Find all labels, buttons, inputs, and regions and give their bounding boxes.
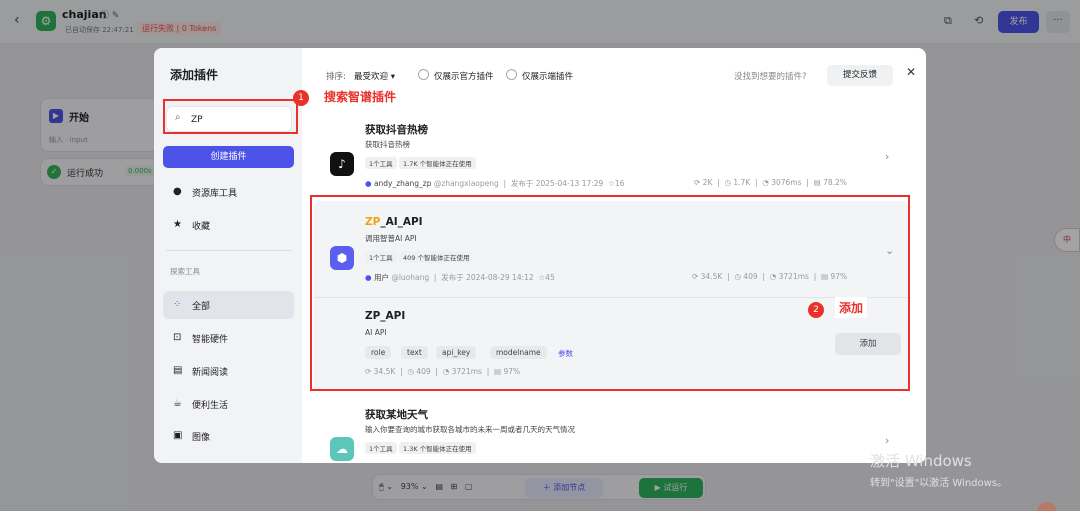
- plugin-tag: 1.7K 个智能体正在使用: [399, 157, 476, 169]
- endside-only-radio[interactable]: [506, 69, 517, 80]
- section-title: 探索工具: [170, 267, 200, 276]
- plugin-tag: 1个工具: [365, 157, 397, 169]
- annotation-label: 搜索智谱插件: [320, 86, 401, 107]
- sidebar-item-all[interactable]: ⁘ 全部: [163, 291, 294, 319]
- close-icon[interactable]: ✕: [906, 65, 916, 79]
- plugin-tag: 1.3K 个智能体正在使用: [399, 442, 476, 454]
- plugin-name: 获取抖音热榜: [365, 124, 428, 136]
- sidebar-divider: [166, 250, 292, 251]
- sidebar-item-label: 图像: [192, 433, 211, 443]
- chevron-right-icon[interactable]: ›: [885, 434, 889, 447]
- create-plugin-button[interactable]: 创建插件: [163, 146, 294, 168]
- sidebar-item-news[interactable]: ▤ 新闻阅读: [163, 357, 294, 385]
- grid-icon: ⁘: [173, 299, 182, 310]
- windows-activation-watermark: 激活 Windows 转到"设置"以激活 Windows。: [870, 450, 1007, 489]
- watermark-line-2: 转到"设置"以激活 Windows。: [870, 478, 1008, 489]
- annotation-box-search: [163, 99, 298, 134]
- sidebar-item-image[interactable]: ▣ 图像: [163, 422, 294, 450]
- sort-label: 排序:: [326, 72, 346, 82]
- chevron-right-icon[interactable]: ›: [885, 150, 889, 163]
- endside-only-label[interactable]: 仅展示端插件: [522, 70, 573, 82]
- cup-icon: ☕: [173, 398, 182, 409]
- tiktok-icon: ♪: [330, 152, 354, 176]
- modal-title: 添加插件: [170, 68, 219, 82]
- annotation-label: 添加: [835, 297, 868, 318]
- sidebar-item-label: 智能硬件: [192, 335, 229, 345]
- image-icon: ▣: [173, 430, 183, 441]
- sidebar-item-label: 全部: [192, 302, 211, 312]
- plugin-desc: 输入你要查询的城市获取各城市的未来一周或者几天的天气情况: [365, 425, 575, 434]
- sidebar-item-favorites[interactable]: ★ 收藏: [163, 211, 294, 239]
- plugin-name: 获取某地天气: [365, 409, 428, 421]
- official-only-radio[interactable]: [418, 69, 429, 80]
- sidebar-item-life[interactable]: ☕ 便利生活: [163, 390, 294, 418]
- not-found-text: 没找到想要的插件?: [734, 72, 807, 82]
- plugin-tag: 1个工具: [365, 442, 397, 454]
- annotation-box-add: [310, 195, 910, 391]
- plugin-meta: ● andy_zhang_zp @zhangxiaopeng | 发布于 202…: [365, 179, 625, 188]
- weather-icon: ☁: [330, 437, 354, 461]
- sidebar-item-label: 资源库工具: [192, 189, 238, 199]
- user-icon: ●: [173, 186, 182, 197]
- plugin-stats: ⟳ 2K | ◷ 1.7K | ◔ 3076ms | ▤ 78.2%: [694, 178, 847, 187]
- sidebar-item-label: 新闻阅读: [192, 368, 229, 378]
- annotation-number: 1: [293, 90, 309, 106]
- sidebar-item-label: 收藏: [192, 222, 211, 232]
- watermark-line-1: 激活 Windows: [870, 452, 972, 470]
- sidebar-item-library[interactable]: ● 资源库工具: [163, 178, 294, 206]
- sort-dropdown[interactable]: 最受欢迎 ▾: [354, 70, 395, 82]
- sidebar-item-label: 便利生活: [192, 401, 229, 411]
- plugin-desc: 获取抖音热榜: [365, 140, 410, 149]
- chip-icon: ⊡: [173, 332, 182, 343]
- annotation-number: 2: [808, 302, 824, 318]
- sidebar-item-hardware[interactable]: ⊡ 智能硬件: [163, 324, 294, 352]
- news-icon: ▤: [173, 365, 183, 376]
- feedback-button[interactable]: 提交反馈: [827, 65, 893, 86]
- star-icon: ★: [173, 219, 182, 230]
- official-only-label[interactable]: 仅展示官方插件: [434, 70, 494, 82]
